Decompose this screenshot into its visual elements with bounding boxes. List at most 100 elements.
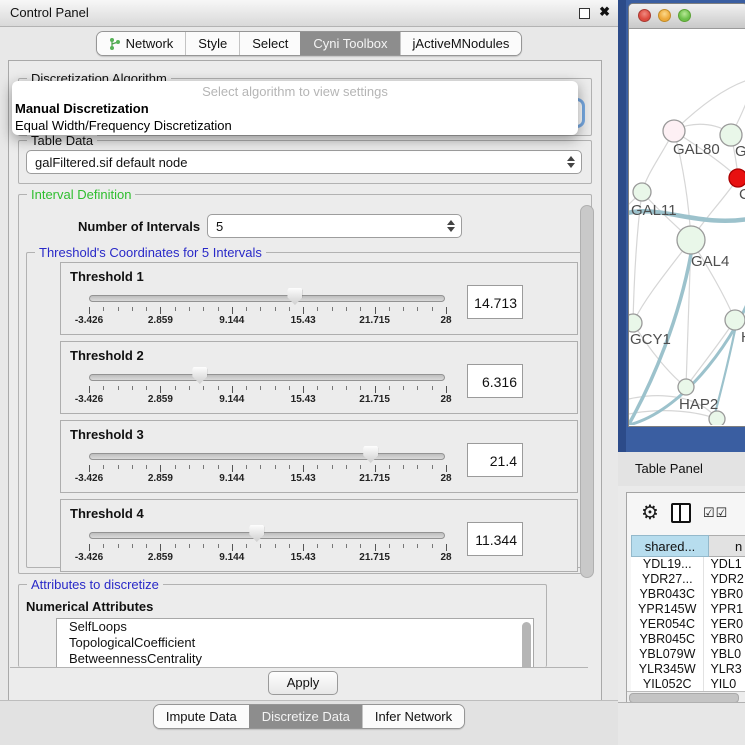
algorithm-prompt-option[interactable]: Select algorithm to view settings [12,83,578,100]
table-panel-titlebar: Table Panel [618,452,745,487]
slider-track[interactable] [89,295,445,302]
attribute-item[interactable]: TopologicalCoefficient [57,635,533,651]
network-node[interactable] [677,226,705,254]
table-row[interactable]: YDL19...YDL1 [631,557,745,572]
table-row[interactable]: YDR27...YDR2 [631,572,745,587]
column-header-shared-name[interactable]: shared... [631,535,709,557]
table-row[interactable]: YER054CYER0 [631,617,745,632]
column-header-name[interactable]: n [709,535,745,557]
table-row[interactable]: YPR145WYPR1 [631,602,745,617]
tab-impute-data[interactable]: Impute Data [154,705,249,728]
threshold-value-field[interactable]: 21.4 [467,443,523,477]
network-node[interactable] [729,169,745,187]
slider-thumb[interactable] [192,367,207,384]
cell-name[interactable]: YPR1 [703,602,745,617]
cell-shared-name[interactable]: YBR043C [631,587,703,602]
table-row[interactable]: YBR043CYBR0 [631,587,745,602]
network-node-label: C [739,186,745,203]
gear-icon[interactable]: ⚙ [641,503,659,523]
cell-shared-name[interactable]: YBR045C [631,632,703,647]
tab-cyni-toolbox[interactable]: Cyni Toolbox [300,32,399,55]
interval-definition-group-title: Interval Definition [27,187,135,202]
cell-shared-name[interactable]: YBL079W [631,647,703,662]
network-node[interactable] [709,411,725,425]
close-icon[interactable]: ✖ [599,4,610,20]
cell-shared-name[interactable]: YDR27... [631,572,703,587]
cell-name[interactable]: YBR0 [703,632,745,647]
cell-name[interactable]: YDL1 [703,557,745,572]
cell-shared-name[interactable]: YER054C [631,617,703,632]
tab-label: Select [252,36,288,51]
number-of-intervals-combo[interactable]: 5 [207,214,462,238]
network-node[interactable] [725,310,745,330]
tab-style[interactable]: Style [185,32,239,55]
zoom-traffic-light-icon[interactable] [678,9,691,22]
algorithm-option[interactable]: Equal Width/Frequency Discretization [12,117,578,134]
table-row[interactable]: YLR345WYLR3 [631,662,745,677]
slider-track[interactable] [89,532,445,539]
network-node[interactable] [678,379,694,395]
attribute-item[interactable]: SelfLoops [57,619,533,635]
threshold-label: Threshold 1 [70,269,144,284]
threshold-slider[interactable]: -3.4262.8599.14415.4321.71528 [89,445,445,485]
tab-infer-network[interactable]: Infer Network [362,705,464,728]
slider-ticks [89,465,446,473]
cell-shared-name[interactable]: YDL19... [631,557,703,572]
threshold-label: Threshold 4 [70,506,144,521]
cell-name[interactable]: YBL0 [703,647,745,662]
attributes-scrollbar-thumb[interactable] [522,622,531,668]
network-node[interactable] [663,120,685,142]
cell-name[interactable]: YDR2 [703,572,745,587]
columns-icon[interactable] [671,503,691,523]
cell-name[interactable]: YLR3 [703,662,745,677]
slider-thumb[interactable] [287,288,302,305]
threshold-slider[interactable]: -3.4262.8599.14415.4321.71528 [89,366,445,406]
slider-track[interactable] [89,374,445,381]
cell-shared-name[interactable]: YPR145W [631,602,703,617]
tab-label: Network [126,36,174,51]
network-node[interactable] [629,314,642,332]
panel-scrollbar-thumb[interactable] [580,205,594,578]
slider-track[interactable] [89,453,445,460]
threshold-slider[interactable]: -3.4262.8599.14415.4321.71528 [89,524,445,564]
threshold-value-field[interactable]: 6.316 [467,364,523,398]
close-traffic-light-icon[interactable] [638,9,651,22]
apply-button[interactable]: Apply [268,671,338,695]
numerical-attributes-list[interactable]: SelfLoopsTopologicalCoefficientBetweenne… [56,618,534,668]
threshold-value-field[interactable]: 14.713 [467,285,523,319]
threshold-slider[interactable]: -3.4262.8599.14415.4321.71528 [89,287,445,327]
table-row[interactable]: YBL079WYBL0 [631,647,745,662]
checkbox-icons[interactable]: ☑☑ [703,505,728,521]
cell-name[interactable]: YIL0 [703,677,745,691]
minimize-traffic-light-icon[interactable] [658,9,671,22]
table-data-combo-value: galFiltered.sif default node [35,155,187,170]
attribute-item[interactable]: BetweennessCentrality [57,651,533,667]
thresholds-group-title: Threshold's Coordinates for 5 Intervals [35,245,266,260]
network-node-label: GAL4 [691,253,729,270]
cell-shared-name[interactable]: YLR345W [631,662,703,677]
slider-tick-labels: -3.4262.8599.14415.4321.71528 [89,315,446,327]
table-row[interactable]: YBR045CYBR0 [631,632,745,647]
network-canvas[interactable]: GAL80GACGAL11GAL4GCY1HHAP2 [629,29,745,425]
slider-thumb[interactable] [249,525,264,542]
threshold-value-field[interactable]: 11.344 [467,522,523,556]
float-window-icon[interactable] [579,8,590,19]
table-data-combo[interactable]: galFiltered.sif default node [26,150,582,174]
table-row[interactable]: YIL052CYIL0 [631,677,745,691]
cell-shared-name[interactable]: YIL052C [631,677,703,691]
algorithm-option[interactable]: Manual Discretization [12,100,578,117]
network-node[interactable] [633,183,651,201]
tab-label: Impute Data [166,709,237,724]
cell-name[interactable]: YBR0 [703,587,745,602]
tab-jactivemnodules[interactable]: jActiveMNodules [400,32,522,55]
tab-label: Style [198,36,227,51]
tab-label: Cyni Toolbox [313,36,387,51]
tab-discretize-data[interactable]: Discretize Data [249,705,362,728]
slider-thumb[interactable] [363,446,378,463]
table-body[interactable]: YDL19...YDL1YDR27...YDR2YBR043CYBR0YPR14… [631,557,745,691]
bottom-right-area [618,702,745,745]
cell-name[interactable]: YER0 [703,617,745,632]
tab-label: Infer Network [375,709,452,724]
tab-select[interactable]: Select [239,32,300,55]
tab-network[interactable]: Network [97,32,186,55]
